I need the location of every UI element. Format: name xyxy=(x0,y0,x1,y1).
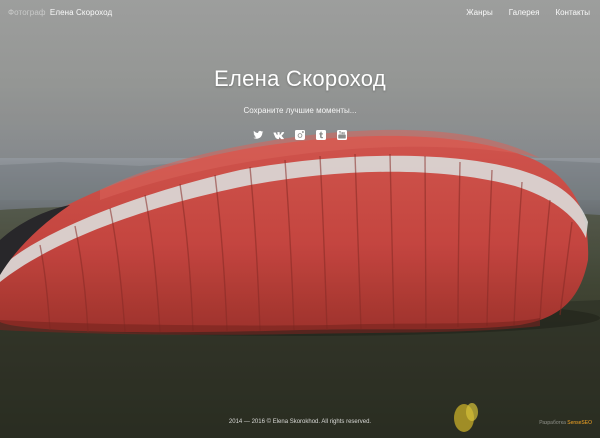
tumblr-icon[interactable] xyxy=(315,129,327,141)
youtube-icon[interactable] xyxy=(336,129,348,141)
hero-subtitle: Сохраните лучшие моменты... xyxy=(243,106,357,115)
credit-prefix: Разработка xyxy=(539,420,566,426)
footer-copyright: 2014 — 2016 © Elena Skorokhod. All right… xyxy=(228,419,372,425)
brand-name: Елена Скороход xyxy=(49,7,113,17)
twitter-icon[interactable] xyxy=(252,129,264,141)
instagram-icon[interactable] xyxy=(294,129,306,141)
brand-prefix: Фотограф xyxy=(8,7,46,17)
vk-icon[interactable] xyxy=(273,129,285,141)
credit-name: SenseSEO xyxy=(567,420,592,426)
main-nav: Жанры Галерея Контакты xyxy=(466,8,590,17)
top-navigation-bar: Фотограф Елена Скороход Жанры Галерея Ко… xyxy=(0,0,600,24)
nav-item-genres[interactable]: Жанры xyxy=(466,8,493,17)
nav-item-gallery[interactable]: Галерея xyxy=(509,8,540,17)
hero-title: Елена Скороход xyxy=(213,66,386,91)
developer-credit[interactable]: Разработка SenseSEO xyxy=(539,420,592,426)
brand-logo[interactable]: Фотограф Елена Скороход xyxy=(8,8,112,17)
nav-item-contacts[interactable]: Контакты xyxy=(555,8,590,17)
social-links xyxy=(0,129,600,141)
